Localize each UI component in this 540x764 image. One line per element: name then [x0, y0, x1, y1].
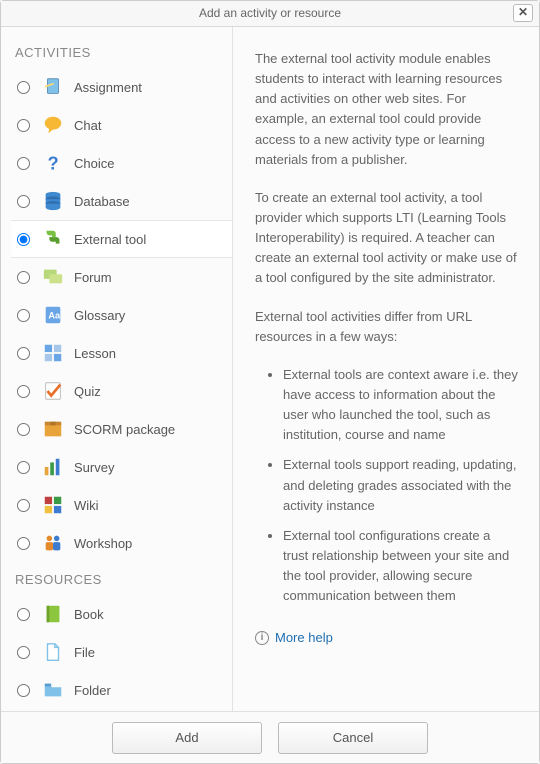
description-bullet: External tools support reading, updating… — [283, 455, 519, 515]
activity-radio-folder[interactable] — [17, 684, 30, 697]
activity-row-chat[interactable]: Chat — [11, 106, 232, 144]
activity-label: Quiz — [74, 384, 101, 399]
description-bullet: External tools are context aware i.e. th… — [283, 365, 519, 446]
svg-text:Aa: Aa — [48, 311, 61, 321]
activity-row-survey[interactable]: Survey — [11, 448, 232, 486]
add-button[interactable]: Add — [112, 722, 262, 754]
description-paragraph: External tool activities differ from URL… — [255, 307, 519, 347]
section-header-resources: RESOURCES — [11, 562, 232, 595]
activity-label: Glossary — [74, 308, 125, 323]
database-icon — [40, 190, 66, 212]
activity-radio-lesson[interactable] — [17, 347, 30, 360]
activity-radio-quiz[interactable] — [17, 385, 30, 398]
dialog-title: Add an activity or resource — [199, 6, 341, 20]
dialog-header: Add an activity or resource ✕ — [1, 1, 539, 27]
activity-row-file[interactable]: File — [11, 633, 232, 671]
activity-radio-scorm[interactable] — [17, 423, 30, 436]
activity-label: SCORM package — [74, 422, 175, 437]
activities-list: Assignment Chat? Choice Database External to… — [11, 68, 232, 562]
activity-row-quiz[interactable]: Quiz — [11, 372, 232, 410]
activity-label: Book — [74, 607, 104, 622]
activity-label: Folder — [74, 683, 111, 698]
wiki-icon — [40, 494, 66, 516]
glossary-icon: Aa — [40, 304, 66, 326]
activity-radio-book[interactable] — [17, 608, 30, 621]
activity-label: Lesson — [74, 346, 116, 361]
chat-icon — [40, 114, 66, 136]
activity-radio-wiki[interactable] — [17, 499, 30, 512]
forum-icon — [40, 266, 66, 288]
description-paragraph: The external tool activity module enable… — [255, 49, 519, 170]
activity-radio-glossary[interactable] — [17, 309, 30, 322]
assignment-icon — [40, 76, 66, 98]
activity-row-folder[interactable]: Folder — [11, 671, 232, 709]
activity-row-choice[interactable]: ? Choice — [11, 144, 232, 182]
activity-label: Choice — [74, 156, 114, 171]
activity-label: Chat — [74, 118, 101, 133]
cancel-button[interactable]: Cancel — [278, 722, 428, 754]
activity-radio-workshop[interactable] — [17, 537, 30, 550]
lesson-icon — [40, 342, 66, 364]
activity-row-external-tool[interactable]: External tool — [11, 220, 232, 258]
folder-icon — [40, 679, 66, 701]
more-help-label: More help — [275, 628, 333, 648]
activity-label: Forum — [74, 270, 112, 285]
info-icon: i — [255, 631, 269, 645]
more-help-link[interactable]: i More help — [255, 628, 333, 648]
activity-label: File — [74, 645, 95, 660]
activity-label: Survey — [74, 460, 114, 475]
section-header-activities: ACTIVITIES — [11, 35, 232, 68]
activity-chooser-dialog: Add an activity or resource ✕ ACTIVITIES… — [0, 0, 540, 764]
activity-radio-database[interactable] — [17, 195, 30, 208]
activity-label: Workshop — [74, 536, 132, 551]
activity-row-database[interactable]: Database — [11, 182, 232, 220]
activity-list-pane[interactable]: ACTIVITIES Assignment Chat? Choice Database… — [1, 27, 233, 711]
activity-row-scorm[interactable]: SCORM package — [11, 410, 232, 448]
activity-radio-assignment[interactable] — [17, 81, 30, 94]
quiz-icon — [40, 380, 66, 402]
activity-row-wiki[interactable]: Wiki — [11, 486, 232, 524]
dialog-body: ACTIVITIES Assignment Chat? Choice Database… — [1, 27, 539, 711]
survey-icon — [40, 456, 66, 478]
activity-radio-file[interactable] — [17, 646, 30, 659]
activity-row-forum[interactable]: Forum — [11, 258, 232, 296]
description-paragraph: To create an external tool activity, a t… — [255, 188, 519, 289]
activity-radio-choice[interactable] — [17, 157, 30, 170]
file-icon — [40, 641, 66, 663]
activity-radio-forum[interactable] — [17, 271, 30, 284]
activity-row-workshop[interactable]: Workshop — [11, 524, 232, 562]
description-bullet: External tool configurations create a tr… — [283, 526, 519, 607]
svg-text:?: ? — [48, 152, 59, 173]
activity-label: Assignment — [74, 80, 142, 95]
scorm-icon — [40, 418, 66, 440]
activity-label: Database — [74, 194, 130, 209]
activity-radio-survey[interactable] — [17, 461, 30, 474]
resources-list: Book File Folder — [11, 595, 232, 709]
activity-row-glossary[interactable]: Aa Glossary — [11, 296, 232, 334]
activity-row-lesson[interactable]: Lesson — [11, 334, 232, 372]
description-bullet-list: External tools are context aware i.e. th… — [283, 365, 519, 607]
close-icon: ✕ — [518, 5, 528, 19]
activity-label: External tool — [74, 232, 146, 247]
workshop-icon — [40, 532, 66, 554]
dialog-footer: Add Cancel — [1, 711, 539, 763]
choice-icon: ? — [40, 152, 66, 174]
book-icon — [40, 603, 66, 625]
activity-label: Wiki — [74, 498, 99, 513]
activity-radio-external-tool[interactable] — [17, 233, 30, 246]
close-button[interactable]: ✕ — [513, 4, 533, 22]
description-pane: The external tool activity module enable… — [233, 27, 539, 711]
activity-row-book[interactable]: Book — [11, 595, 232, 633]
external-tool-icon — [40, 228, 66, 250]
activity-radio-chat[interactable] — [17, 119, 30, 132]
activity-row-assignment[interactable]: Assignment — [11, 68, 232, 106]
